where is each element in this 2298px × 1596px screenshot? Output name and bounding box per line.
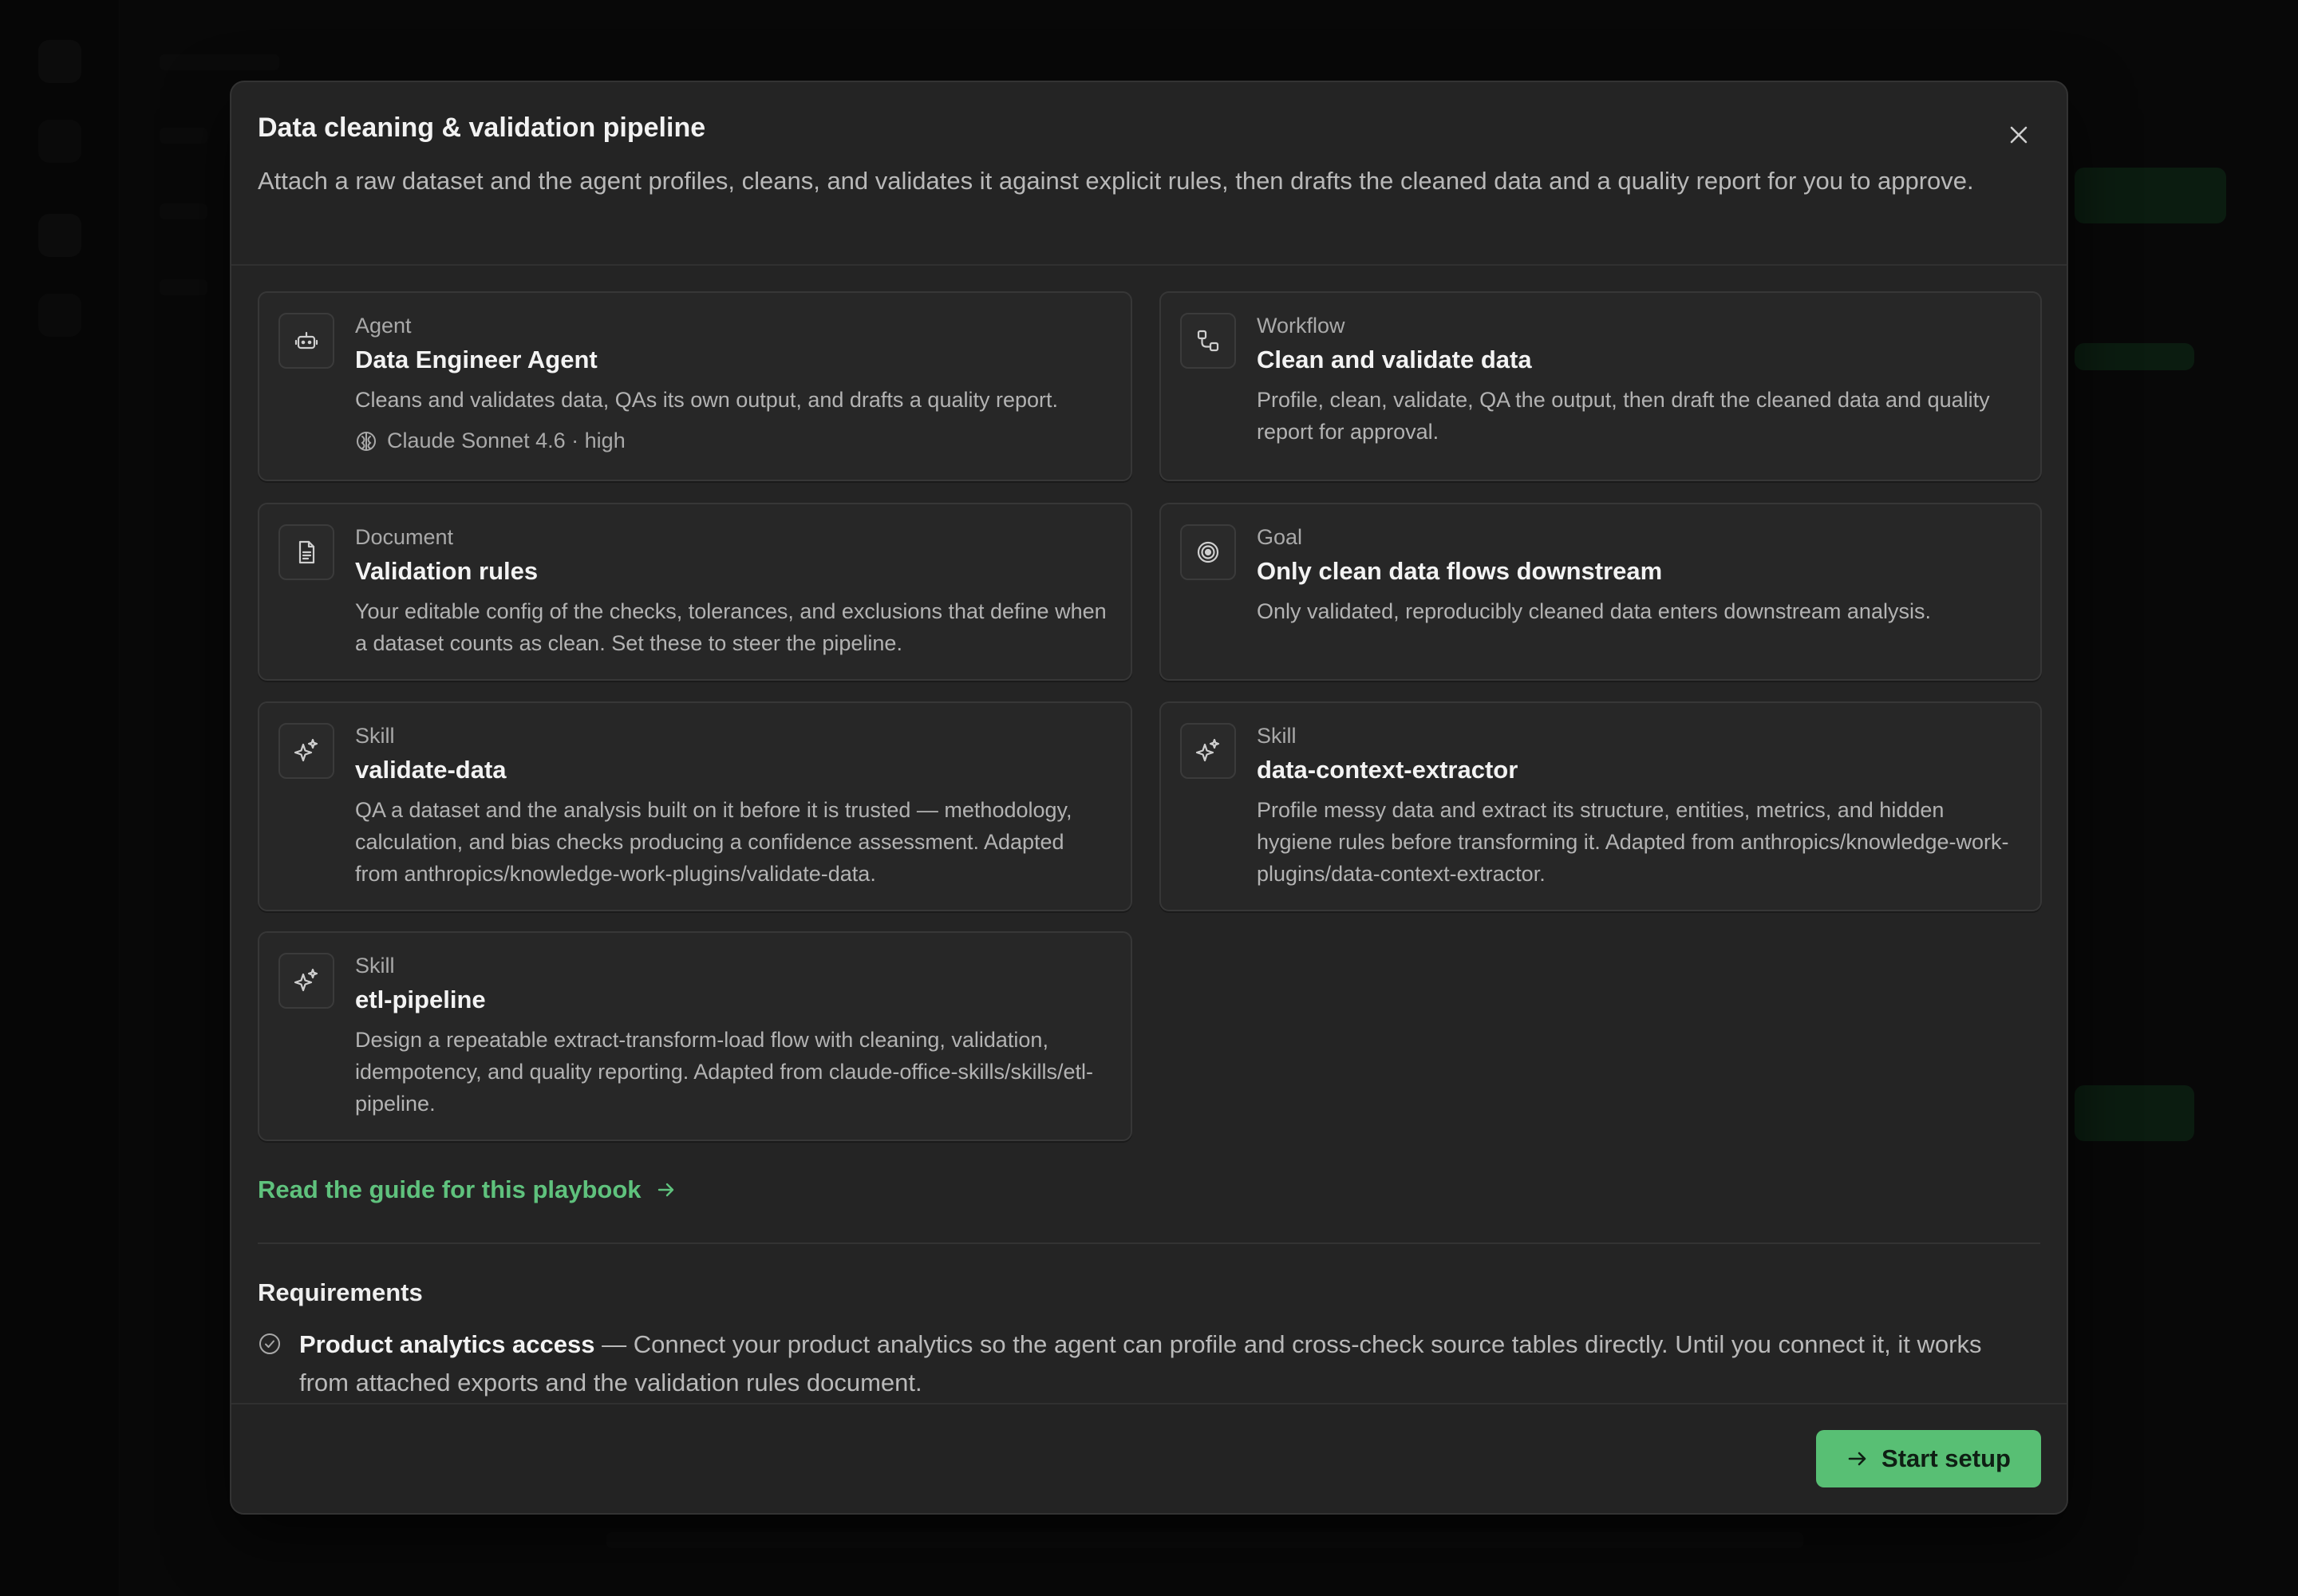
card-title: etl-pipeline — [355, 986, 486, 1013]
card-title: Validation rules — [355, 557, 539, 585]
skill-card-etl-pipeline[interactable]: Skill etl-pipeline Design a repeatable e… — [258, 931, 1132, 1141]
card-description: Cleans and validates data, QAs its own o… — [355, 388, 1059, 412]
workflow-card[interactable]: Workflow Clean and validate data Profile… — [1159, 291, 2042, 481]
close-icon — [2010, 126, 2028, 144]
close-button[interactable] — [2000, 116, 2038, 154]
skill-card-data-context-extractor[interactable]: Skill data-context-extractor Profile mes… — [1159, 701, 2042, 911]
goal-card[interactable]: Goal Only clean data flows downstream On… — [1159, 503, 2042, 681]
requirement-text: Product analytics access — Connect your … — [299, 1325, 2031, 1402]
modal-footer: Start setup — [231, 1403, 2067, 1513]
arrow-right-icon — [657, 1183, 673, 1197]
check-circle-icon — [259, 1333, 280, 1354]
card-icon-box — [1180, 524, 1236, 580]
agent-card[interactable]: Agent Data Engineer Agent Cleans and val… — [258, 291, 1132, 481]
card-title: Only clean data flows downstream — [1257, 557, 1663, 585]
card-icon-box — [278, 313, 334, 369]
card-description: Only validated, reproducibly cleaned dat… — [1257, 599, 1931, 623]
robot-icon — [294, 331, 318, 350]
arrow-right-icon — [1848, 1452, 1866, 1466]
card-kind: Document — [355, 525, 454, 549]
requirements-title: Requirements — [258, 1278, 423, 1306]
sparkle-icon — [294, 968, 318, 992]
card-description: Design a repeatable extract-transform-lo… — [355, 1028, 1093, 1116]
card-title: Data Engineer Agent — [355, 346, 598, 373]
card-kind: Agent — [355, 314, 412, 338]
card-title: data-context-extractor — [1257, 756, 1518, 784]
start-setup-label: Start setup — [1881, 1444, 2011, 1472]
target-icon — [1197, 541, 1219, 563]
start-setup-button[interactable]: Start setup — [1816, 1430, 2041, 1487]
sparkle-icon — [1195, 738, 1220, 762]
workflow-icon — [1197, 330, 1219, 352]
model-brain-icon — [357, 431, 376, 451]
model-info: Claude Sonnet 4.6 · high — [355, 429, 626, 453]
card-description: Profile messy data and extract its struc… — [1257, 798, 2009, 886]
card-description: QA a dataset and the analysis built on i… — [355, 798, 1072, 886]
playbook-modal: Data cleaning & validation pipeline Atta… — [230, 81, 2068, 1515]
card-title: validate-data — [355, 756, 507, 784]
skill-card-validate-data[interactable]: Skill validate-data QA a dataset and the… — [258, 701, 1132, 911]
section-divider — [258, 1242, 2040, 1244]
sparkle-icon — [294, 738, 318, 762]
card-kind: Goal — [1257, 525, 1303, 549]
card-icon-box — [278, 723, 334, 779]
card-kind: Workflow — [1257, 314, 1345, 338]
card-kind: Skill — [1257, 724, 1297, 748]
card-title: Clean and validate data — [1257, 346, 1532, 373]
model-label: Claude Sonnet 4.6 · high — [387, 429, 626, 452]
card-icon-box — [1180, 313, 1236, 369]
modal-description: Attach a raw dataset and the agent profi… — [258, 167, 1974, 195]
card-kind: Skill — [355, 954, 395, 978]
modal-header: Data cleaning & validation pipeline Atta… — [231, 82, 2067, 266]
card-kind: Skill — [355, 724, 395, 748]
guide-link-label: Read the guide for this playbook — [258, 1175, 642, 1203]
document-icon — [298, 540, 315, 564]
card-description: Your editable config of the checks, tole… — [355, 599, 1107, 655]
requirement-name: Product analytics access — [299, 1330, 595, 1358]
document-card[interactable]: Document Validation rules Your editable … — [258, 503, 1132, 681]
card-icon-box — [278, 953, 334, 1009]
card-icon-box — [1180, 723, 1236, 779]
modal-title: Data cleaning & validation pipeline — [258, 113, 706, 143]
card-description: Profile, clean, validate, QA the output,… — [1257, 388, 1990, 444]
guide-link[interactable]: Read the guide for this playbook — [258, 1175, 677, 1204]
card-icon-box — [278, 524, 334, 580]
